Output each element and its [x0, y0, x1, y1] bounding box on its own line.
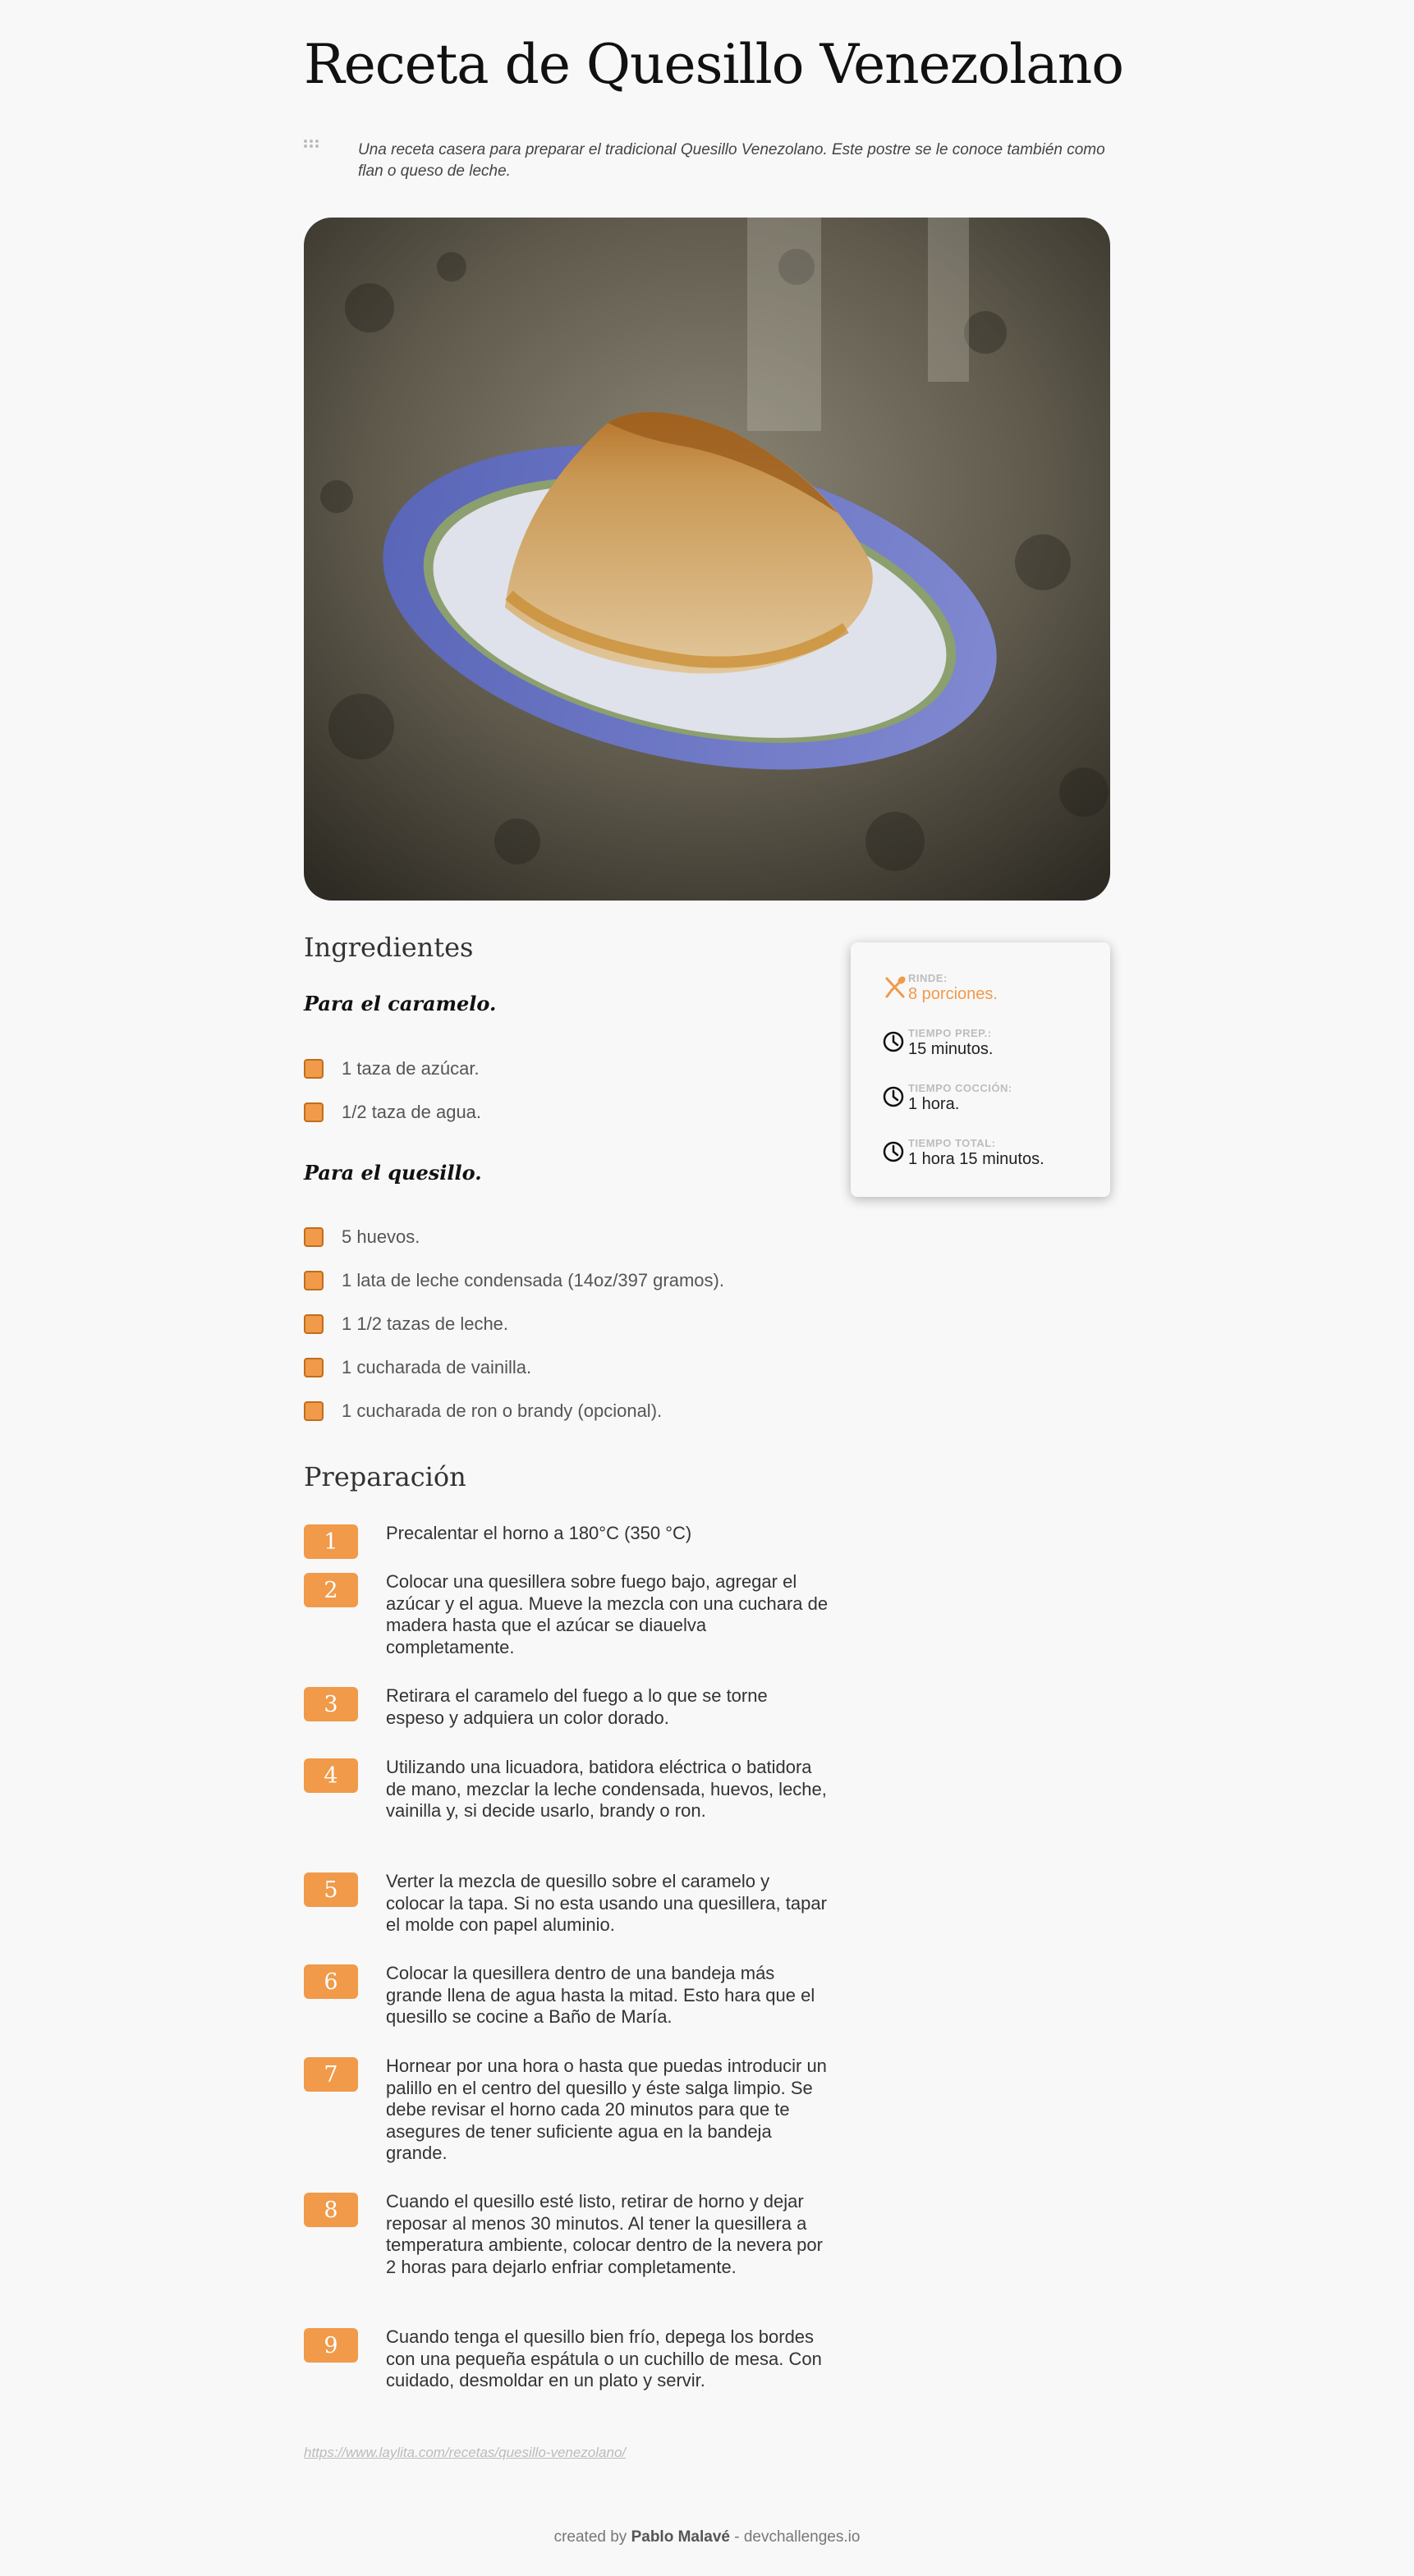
info-value: 1 hora 15 minutos. [908, 1150, 1044, 1168]
quesillo-photo [304, 218, 1110, 901]
info-label: TIEMPO PREP.: [908, 1027, 992, 1039]
ingredient-text: 1/2 taza de agua. [342, 1101, 482, 1122]
ingredient-checkbox[interactable] [304, 1226, 324, 1247]
ingredient-checkbox[interactable] [304, 1313, 324, 1334]
ingredient-checkbox[interactable] [304, 1357, 324, 1377]
intro-text: Una receta casera para preparar el tradi… [358, 141, 1105, 180]
footer-separator: - [729, 2528, 744, 2546]
clock-icon [883, 1141, 904, 1162]
info-label: TIEMPO COCCIÓN: [908, 1082, 1012, 1094]
clock-icon [883, 1086, 904, 1107]
step-number-badge: 6 [304, 1964, 358, 1999]
ingredient-text: 1 taza de azúcar. [342, 1057, 480, 1079]
ingredient-text: 1 cucharada de ron o brandy (opcional). [342, 1400, 663, 1421]
group-title-quesillo: Para el quesillo. [304, 1161, 482, 1185]
step-number-badge: 3 [304, 1687, 358, 1721]
footer-prefix: created by [553, 2528, 631, 2546]
step-number-badge: 4 [304, 1758, 358, 1793]
ingredient-checkbox[interactable] [304, 1400, 324, 1421]
drag-handle-icon[interactable] [304, 140, 319, 148]
footer-site-link[interactable]: devchallenges.io [744, 2528, 861, 2546]
ingredient-checkbox[interactable] [304, 1058, 324, 1079]
hero-image [304, 218, 1110, 901]
step-number-badge: 1 [304, 1524, 358, 1559]
list-item: 1/2 taza de agua. [304, 1090, 481, 1134]
step-number-badge: 8 [304, 2193, 358, 2227]
info-label: RINDE: [908, 972, 948, 984]
ingredients-heading: Ingredientes [304, 932, 474, 963]
ingredient-text: 5 huevos. [342, 1226, 420, 1247]
step-number-badge: 7 [304, 2057, 358, 2092]
fork-spoon-icon [885, 976, 906, 998]
list-item: 1 cucharada de ron o brandy (opcional). [304, 1389, 724, 1432]
step-text: Cuando tenga el quesillo bien frío, depe… [386, 2326, 822, 2390]
ingredient-checkbox[interactable] [304, 1270, 324, 1290]
ingredient-list-quesillo: 5 huevos. 1 lata de leche condensada (14… [304, 1215, 724, 1432]
list-item: 1 cucharada de vainilla. [304, 1345, 724, 1389]
step-number-badge: 5 [304, 1872, 358, 1907]
step-text: Retirara el caramelo del fuego a lo que … [386, 1685, 768, 1728]
group-title-caramel: Para el caramelo. [304, 992, 497, 1015]
list-item: 1 1/2 tazas de leche. [304, 1302, 724, 1345]
preparation-heading: Preparación [304, 1461, 466, 1492]
ingredient-text: 1 cucharada de vainilla. [342, 1356, 532, 1377]
step-text: Precalentar el horno a 180°C (350 °C) [386, 1523, 692, 1543]
info-value: 1 hora. [908, 1095, 960, 1113]
step-text: Colocar una quesillera sobre fuego bajo,… [386, 1571, 829, 1657]
info-label: TIEMPO TOTAL: [908, 1137, 996, 1149]
step-text: Utilizando una licuadora, batidora eléct… [386, 1757, 827, 1821]
ingredient-list-caramel: 1 taza de azúcar. 1/2 taza de agua. [304, 1047, 481, 1134]
footer: created by Pablo Malavé - devchallenges.… [0, 2528, 1414, 2546]
step-number-badge: 9 [304, 2328, 358, 2363]
footer-author-link[interactable]: Pablo Malavé [631, 2528, 730, 2546]
ingredient-text: 1 1/2 tazas de leche. [342, 1313, 509, 1334]
source-link[interactable]: https://www.laylita.com/recetas/quesillo… [304, 2445, 626, 2461]
step-text: Cuando el quesillo esté listo, retirar d… [386, 2191, 823, 2277]
list-item: 5 huevos. [304, 1215, 724, 1258]
ingredient-checkbox[interactable] [304, 1102, 324, 1122]
recipe-info-card: RINDE: 8 porciones. TIEMPO PREP.: 15 min… [851, 942, 1110, 1197]
step-number-badge: 2 [304, 1573, 358, 1607]
info-value: 15 minutos. [908, 1040, 994, 1058]
list-item: 1 lata de leche condensada (14oz/397 gra… [304, 1258, 724, 1302]
step-text: Colocar la quesillera dentro de una band… [386, 1963, 815, 2027]
info-value: 8 porciones. [908, 985, 998, 1003]
page-title: Receta de Quesillo Venezolano [304, 33, 1124, 96]
ingredient-text: 1 lata de leche condensada (14oz/397 gra… [342, 1269, 724, 1290]
clock-icon [883, 1031, 904, 1052]
step-text: Hornear por una hora o hasta que puedas … [386, 2056, 827, 2163]
step-text: Verter la mezcla de quesillo sobre el ca… [386, 1871, 827, 1935]
list-item: 1 taza de azúcar. [304, 1047, 481, 1090]
